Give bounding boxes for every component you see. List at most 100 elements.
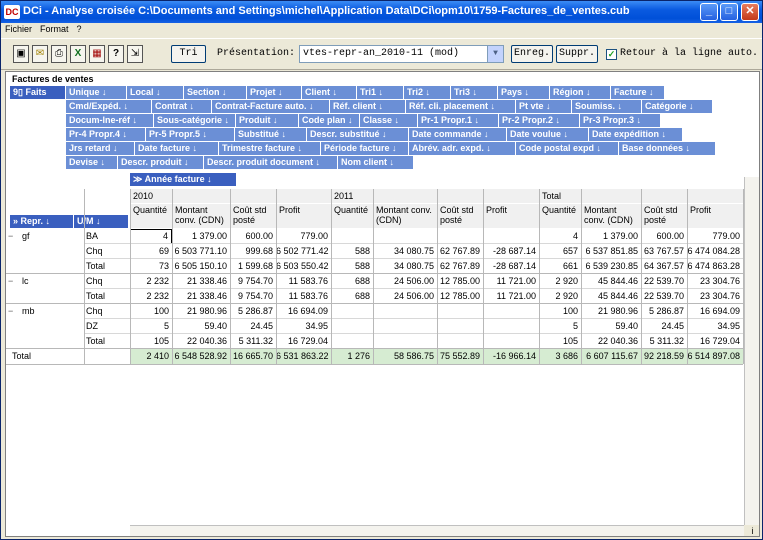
- data-cell[interactable]: [483, 334, 539, 349]
- menu-format[interactable]: Format: [36, 23, 73, 35]
- data-cell[interactable]: 69: [130, 244, 172, 259]
- data-cell[interactable]: 2 232: [130, 274, 172, 289]
- data-cell[interactable]: 2 920: [539, 289, 581, 304]
- dimension-chip[interactable]: Pr-4 Propr.4 ↓: [66, 128, 146, 141]
- data-cell[interactable]: 24.45: [641, 319, 687, 334]
- data-cell[interactable]: 59.40: [172, 319, 230, 334]
- dimension-chip[interactable]: Docum-lne-réf ↓: [66, 114, 154, 127]
- dimension-chip[interactable]: Pays ↓: [498, 86, 550, 99]
- data-cell[interactable]: [331, 319, 373, 334]
- dimension-chip[interactable]: Réf. cli. placement ↓: [406, 100, 516, 113]
- data-cell[interactable]: 100: [539, 304, 581, 319]
- data-cell[interactable]: 73: [130, 259, 172, 274]
- dimension-chip[interactable]: Jrs retard ↓: [66, 142, 135, 155]
- data-cell[interactable]: 45 844.46: [581, 289, 641, 304]
- dimension-chip[interactable]: Produit ↓: [236, 114, 299, 127]
- horizontal-scrollbar[interactable]: [130, 525, 744, 536]
- repr-label[interactable]: lc: [12, 274, 82, 289]
- data-cell[interactable]: 5 311.32: [641, 334, 687, 349]
- title-bar[interactable]: DC DCi - Analyse croisée C:\Documents an…: [1, 1, 762, 23]
- chevron-down-icon[interactable]: ▼: [487, 46, 503, 62]
- mail-icon[interactable]: ✉: [32, 45, 48, 63]
- data-cell[interactable]: 24 506.00: [373, 289, 437, 304]
- grand-total-cell[interactable]: 1 276: [331, 349, 373, 364]
- repr-label[interactable]: mb: [12, 304, 82, 319]
- data-cell[interactable]: 6 505 150.10: [172, 259, 230, 274]
- delete-presentation-button[interactable]: Suppr.: [556, 45, 598, 63]
- dimension-chip[interactable]: Projet ↓: [247, 86, 302, 99]
- grand-total-cell[interactable]: 75 552.89: [437, 349, 483, 364]
- data-cell[interactable]: 5 311.32: [230, 334, 276, 349]
- dimension-chip[interactable]: Descr. substitué ↓: [307, 128, 409, 141]
- dimension-chip[interactable]: Pr-3 Propr.3 ↓: [580, 114, 661, 127]
- data-cell[interactable]: 688: [331, 289, 373, 304]
- facts-chip[interactable]: 9▯ Faits: [10, 86, 66, 99]
- data-cell[interactable]: 22 539.70: [641, 289, 687, 304]
- calculator-icon[interactable]: ▦: [89, 45, 105, 63]
- dimension-chip[interactable]: Réf. client ↓: [330, 100, 406, 113]
- dimension-chip[interactable]: Substitué ↓: [235, 128, 307, 141]
- data-cell[interactable]: 9 754.70: [230, 274, 276, 289]
- data-cell[interactable]: 22 539.70: [641, 274, 687, 289]
- exit-icon[interactable]: ⇲: [127, 45, 143, 63]
- dimension-chip[interactable]: Descr. produit document ↓: [204, 156, 338, 169]
- data-cell[interactable]: 16 694.09: [687, 304, 743, 319]
- data-cell[interactable]: 2 920: [539, 274, 581, 289]
- data-cell[interactable]: 105: [539, 334, 581, 349]
- dimension-chip[interactable]: Nom client ↓: [338, 156, 414, 169]
- grand-total-cell[interactable]: 6 514 897.08: [687, 349, 743, 364]
- grand-total-cell[interactable]: 92 218.59: [641, 349, 687, 364]
- data-cell[interactable]: [331, 334, 373, 349]
- collapse-icon[interactable]: −: [8, 229, 16, 243]
- dimension-chip[interactable]: Catégorie ↓: [642, 100, 713, 113]
- sort-button[interactable]: Tri: [171, 45, 206, 63]
- data-cell[interactable]: 16 729.04: [687, 334, 743, 349]
- data-cell[interactable]: 588: [331, 244, 373, 259]
- data-cell[interactable]: 588: [331, 259, 373, 274]
- data-cell[interactable]: 6 503 771.10: [172, 244, 230, 259]
- data-cell[interactable]: 688: [331, 274, 373, 289]
- save-presentation-button[interactable]: Enreg.: [511, 45, 553, 63]
- data-cell[interactable]: 600.00: [230, 229, 276, 244]
- vertical-scrollbar[interactable]: [744, 177, 759, 536]
- dimension-chip[interactable]: Pr-1 Propr.1 ↓: [418, 114, 499, 127]
- data-cell[interactable]: 34.95: [687, 319, 743, 334]
- data-cell[interactable]: [373, 304, 437, 319]
- dimension-chip[interactable]: Base données ↓: [619, 142, 716, 155]
- data-cell[interactable]: 5: [539, 319, 581, 334]
- collapse-icon[interactable]: −: [8, 304, 16, 318]
- data-cell[interactable]: 779.00: [687, 229, 743, 244]
- collapse-icon[interactable]: −: [8, 274, 16, 288]
- grand-total-cell[interactable]: -16 966.14: [483, 349, 539, 364]
- data-cell[interactable]: 4: [539, 229, 581, 244]
- dimension-chip[interactable]: Date expédition ↓: [589, 128, 683, 141]
- data-cell[interactable]: 62 767.89: [437, 244, 483, 259]
- data-cell[interactable]: 34 080.75: [373, 244, 437, 259]
- dimension-chip[interactable]: Code postal expd ↓: [516, 142, 619, 155]
- data-cell[interactable]: 657: [539, 244, 581, 259]
- dimension-chip[interactable]: Abrév. adr. expd. ↓: [409, 142, 516, 155]
- grand-total-cell[interactable]: 16 665.70: [230, 349, 276, 364]
- data-cell[interactable]: 21 980.96: [172, 304, 230, 319]
- data-cell[interactable]: 22 040.36: [172, 334, 230, 349]
- grand-total-cell[interactable]: 3 686: [539, 349, 581, 364]
- close-button[interactable]: ✕: [741, 3, 759, 21]
- dimension-chip[interactable]: Devise ↓: [66, 156, 118, 169]
- data-cell[interactable]: [331, 229, 373, 244]
- data-cell[interactable]: 23 304.76: [687, 289, 743, 304]
- data-cell[interactable]: [437, 319, 483, 334]
- dimension-chip[interactable]: Contrat ↓: [152, 100, 212, 113]
- data-cell[interactable]: 34 080.75: [373, 259, 437, 274]
- dimension-chip[interactable]: Pr-2 Propr.2 ↓: [499, 114, 580, 127]
- data-cell[interactable]: 11 721.00: [483, 289, 539, 304]
- maximize-button[interactable]: □: [720, 3, 738, 21]
- data-cell[interactable]: 5: [130, 319, 172, 334]
- dimension-chip[interactable]: Date commande ↓: [409, 128, 507, 141]
- data-cell[interactable]: 23 304.76: [687, 274, 743, 289]
- dimension-chip[interactable]: Région ↓: [550, 86, 611, 99]
- data-cell[interactable]: 21 338.46: [172, 274, 230, 289]
- data-cell[interactable]: 59.40: [581, 319, 641, 334]
- dimension-chip[interactable]: Trimestre facture ↓: [219, 142, 321, 155]
- data-cell[interactable]: 63 767.57: [641, 244, 687, 259]
- grand-total-cell[interactable]: 6 548 528.92: [172, 349, 230, 364]
